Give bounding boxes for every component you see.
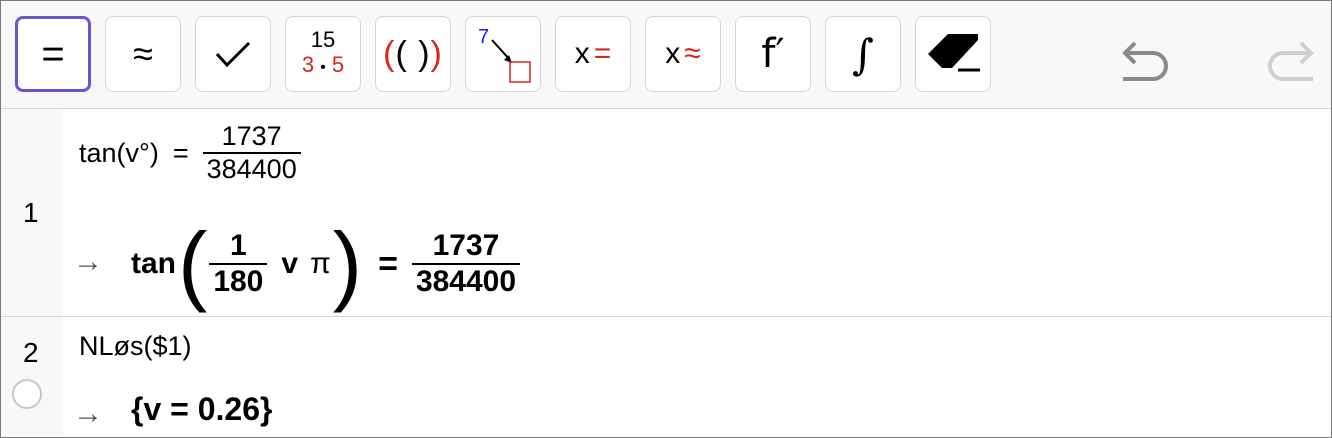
factor-button[interactable]: 15 3 • 5	[285, 16, 361, 92]
input-lhs: tan(v°)	[79, 137, 159, 168]
redo-button[interactable]	[1263, 37, 1323, 89]
expand-right-paren: )	[430, 34, 443, 73]
output-denominator: 384400	[411, 263, 521, 299]
output-arrow-icon: →	[73, 245, 103, 278]
left-paren: (	[178, 214, 208, 313]
row-number[interactable]: 2	[23, 337, 39, 369]
keep-input-button[interactable]	[195, 16, 271, 92]
factor-b: 5	[331, 51, 345, 77]
fraction-numerator: 1737	[221, 121, 282, 151]
output-arrow-icon: →	[73, 397, 103, 430]
checkmark-icon	[215, 41, 251, 68]
inner-numerator: 1	[230, 229, 247, 262]
row-content[interactable]: tan(v°) = 1737 384400 → tan ( 1 180 v π …	[63, 109, 1331, 316]
output-equals: =	[378, 244, 398, 283]
factor-dot: •	[320, 58, 326, 76]
undo-icon	[1122, 41, 1168, 81]
output-fraction: 1737 384400	[411, 229, 521, 299]
substitute-arrow-icon	[491, 39, 531, 83]
evaluate-button[interactable]: =	[15, 16, 91, 92]
row-number[interactable]: 1	[23, 197, 39, 229]
integral-icon: ∫	[852, 29, 874, 79]
nsolve-icon: x ≈	[665, 37, 700, 71]
cas-row-2[interactable]: 2 NLøs($1) → {v = 0.26}	[1, 317, 1331, 437]
derivative-icon: f′	[761, 31, 785, 77]
factor-top: 15	[310, 26, 336, 52]
expand-left-paren: (	[383, 34, 396, 73]
nsolve-x: x	[665, 37, 681, 70]
graphic-toggle-circle[interactable]	[12, 379, 42, 409]
solve-button[interactable]: x =	[555, 16, 631, 92]
expand-button[interactable]: (( ))	[375, 16, 451, 92]
equals-icon: =	[41, 32, 65, 76]
cas-toolbar: = ≈ 15 3 • 5 (( )) 7 x = x ≈ f′ ∫	[1, 1, 1331, 109]
expand-icon: (( ))	[383, 35, 443, 74]
substitute-icon: 7	[466, 16, 540, 92]
delete-button[interactable]	[915, 16, 991, 92]
row-input[interactable]: NLøs($1)	[79, 331, 192, 362]
output-function: tan	[131, 247, 176, 280]
row-output: {v = 0.26}	[131, 391, 273, 427]
eraser-icon	[928, 34, 980, 72]
factor-a: 3	[301, 51, 315, 77]
row-number-column: 1	[1, 109, 63, 316]
derivative-button[interactable]: f′	[735, 16, 811, 92]
row-content[interactable]: NLøs($1) → {v = 0.26}	[63, 317, 1331, 437]
cas-row-1[interactable]: 1 tan(v°) = 1737 384400 → tan ( 1 180 v	[1, 109, 1331, 316]
inner-denominator: 180	[209, 263, 268, 299]
solve-equals: =	[593, 37, 612, 70]
cas-window: = ≈ 15 3 • 5 (( )) 7 x = x ≈ f′ ∫ 1 tan(…	[0, 0, 1332, 438]
right-paren: )	[332, 214, 363, 313]
output-pi: π	[310, 247, 331, 280]
undo-button[interactable]	[1113, 37, 1173, 89]
row-output: tan ( 1 180 v π ) = 1737 384400	[131, 214, 521, 313]
nsolve-button[interactable]: x ≈	[645, 16, 721, 92]
nsolve-approx: ≈	[684, 37, 701, 70]
numeric-button[interactable]: ≈	[105, 16, 181, 92]
row-number-column: 2	[1, 317, 63, 437]
approx-icon: ≈	[133, 33, 153, 74]
factor-icon: 3 • 5	[302, 52, 344, 81]
input-fraction: 1737 384400	[202, 121, 301, 185]
row-input[interactable]: tan(v°) = 1737 384400	[79, 121, 301, 185]
output-numerator: 1737	[432, 229, 500, 262]
solve-icon: x =	[575, 37, 612, 71]
substitute-button[interactable]: 7	[465, 16, 541, 92]
integral-button[interactable]: ∫	[825, 16, 901, 92]
inner-fraction: 1 180	[209, 229, 268, 299]
input-equals: =	[172, 137, 189, 168]
solve-x: x	[574, 37, 590, 70]
output-variable: v	[281, 247, 299, 280]
redo-icon	[1268, 41, 1314, 81]
fraction-denominator: 384400	[202, 152, 301, 185]
expand-mid: ( )	[395, 34, 431, 73]
